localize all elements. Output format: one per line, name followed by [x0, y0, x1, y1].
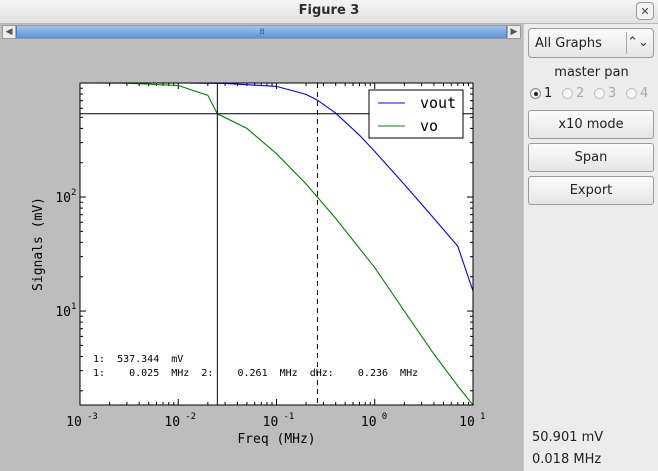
x-tick-label: 10 — [164, 415, 180, 430]
window-title: Figure 3 — [298, 3, 360, 18]
cursor-annotation-line: 1: 537.344 mV — [93, 354, 183, 365]
x-tick-label: 10 — [66, 415, 82, 430]
graph-select-dropdown[interactable]: All Graphs ⌃⌄ — [528, 28, 654, 58]
x-tick-label: 10 — [263, 415, 279, 430]
radio-dot-icon — [626, 88, 637, 99]
grip-icon: ⁞⁞⁞ — [259, 27, 265, 36]
close-icon[interactable]: ✕ — [636, 2, 654, 20]
x-tick-exponent: -1 — [284, 412, 295, 422]
radio-label: 2 — [576, 86, 585, 101]
cursor-annotation-line: 1: 0.025 MHz 2: 0.261 MHz dHz: 0.236 MHz — [93, 368, 418, 379]
y-tick-label: 10 — [55, 191, 71, 206]
scroll-right-icon[interactable]: ▶ — [507, 26, 520, 38]
radio-label: 3 — [608, 86, 617, 101]
plot-area[interactable]: 10 -3 10 -2 10 -1 10 0 10 1 10 1 10 2 Freq (MHz) Signal… — [0, 40, 523, 471]
cursor-freq-readout: 0.018 MHz — [532, 452, 602, 467]
control-sidebar: All Graphs ⌃⌄ master pan 1 2 3 4 x10 mod… — [523, 24, 658, 471]
radio-dot-icon — [562, 88, 573, 99]
updown-chevron-icon: ⌃⌄ — [626, 32, 649, 54]
y-tick-label: 10 — [55, 305, 71, 320]
scrollbar-thumb[interactable]: ⁞⁞⁞ — [16, 26, 507, 38]
y-axis-label: Signals (mV) — [31, 197, 46, 291]
legend-label-vo: vo — [420, 117, 438, 135]
window-titlebar: Figure 3 ✕ — [0, 0, 658, 24]
scroll-left-icon[interactable]: ◀ — [3, 26, 16, 38]
dropdown-value: All Graphs — [535, 36, 602, 51]
span-button[interactable]: Span — [528, 143, 654, 172]
x-tick-exponent: -2 — [185, 412, 196, 422]
x-tick-exponent: 1 — [480, 412, 485, 422]
horizontal-scrollbar[interactable]: ◀ ⁞⁞⁞ ▶ — [2, 25, 521, 39]
master-pan-radio-group: 1 2 3 4 — [530, 86, 658, 103]
x-tick-exponent: -3 — [87, 412, 98, 422]
x-tick-label: 10 — [361, 415, 377, 430]
x-axis-label: Freq (MHz) — [237, 432, 315, 447]
x-tick-exponent: 0 — [382, 412, 387, 422]
legend-label-vout: vout — [420, 94, 456, 112]
master-pan-label: master pan — [554, 65, 629, 80]
radio-dot-icon — [594, 88, 605, 99]
chart-svg[interactable]: 10 -3 10 -2 10 -1 10 0 10 110 110 2Freq (MHz)Signal… — [0, 40, 523, 471]
x-tick-label: 10 — [459, 415, 475, 430]
cursor-value-readout: 50.901 mV — [532, 430, 604, 445]
radio-label: 4 — [640, 86, 649, 101]
export-button[interactable]: Export — [528, 176, 654, 205]
y-tick-exponent: 2 — [71, 188, 76, 198]
x10-mode-button[interactable]: x10 mode — [528, 110, 654, 139]
y-tick-exponent: 1 — [71, 302, 76, 312]
radio-label: 1 — [544, 86, 553, 101]
radio-dot-icon — [530, 88, 541, 99]
